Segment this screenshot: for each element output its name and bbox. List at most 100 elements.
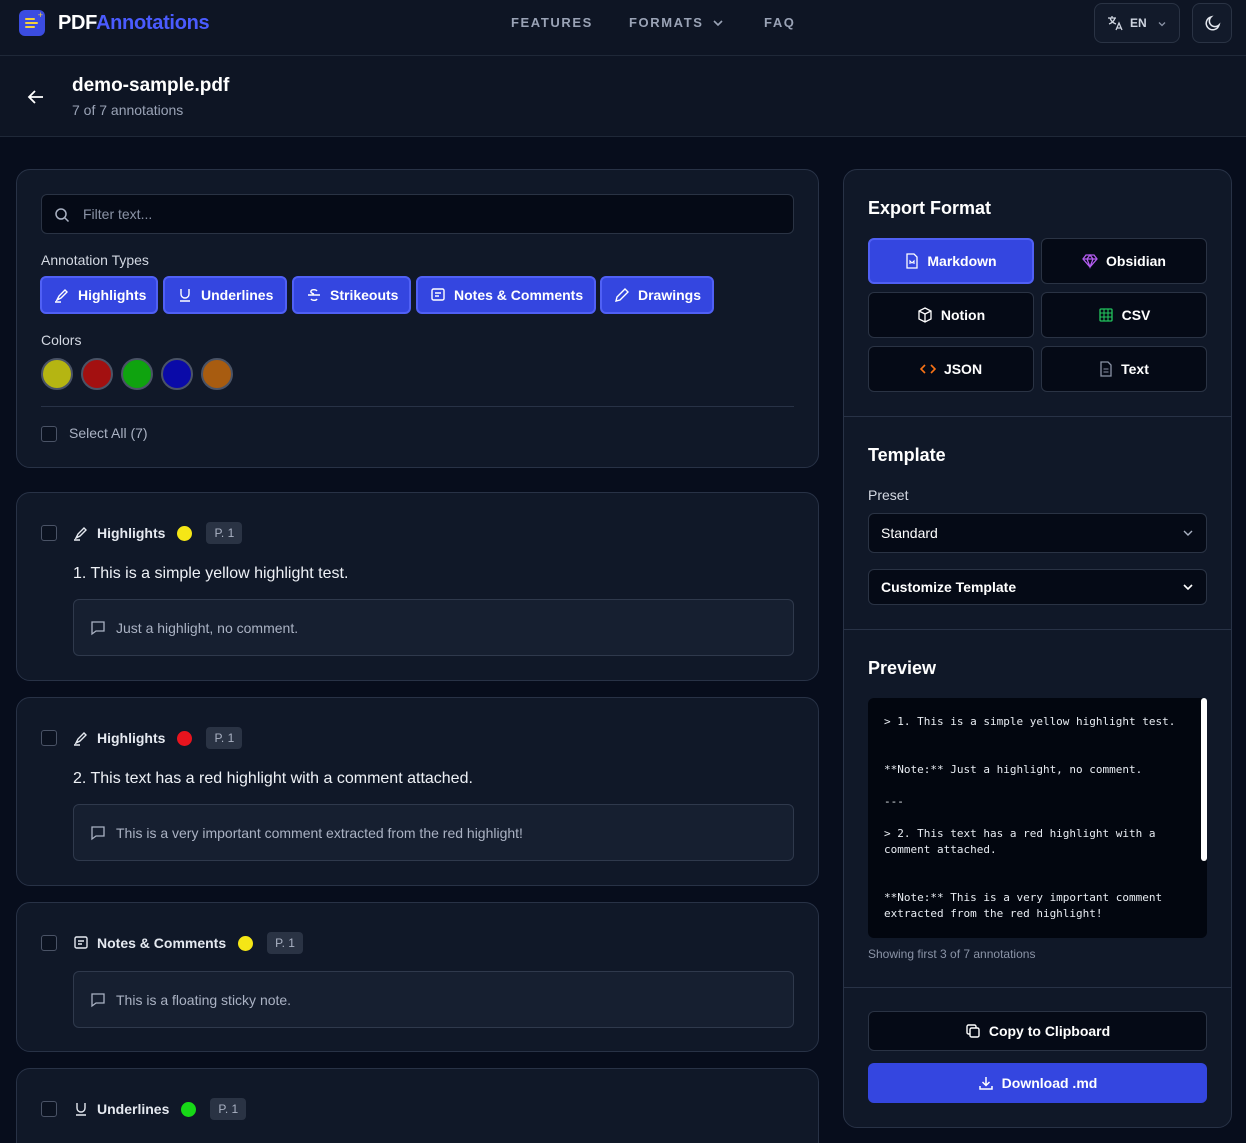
comment-icon: [91, 620, 105, 635]
moon-icon: [1205, 15, 1221, 31]
customize-label: Customize Template: [881, 579, 1017, 595]
select-all-label[interactable]: Select All (7): [69, 425, 148, 441]
format-text-button[interactable]: Text: [1041, 346, 1207, 392]
preset-label: Preset: [868, 487, 909, 503]
format-obsidian-button[interactable]: Obsidian: [1041, 238, 1207, 284]
format-json-button[interactable]: JSON: [868, 346, 1034, 392]
color-swatch-yellow[interactable]: [41, 358, 73, 390]
type-filter-drawings[interactable]: Drawings: [600, 276, 714, 314]
comment-text: This is a floating sticky note.: [116, 991, 292, 1008]
preview-scrollbar[interactable]: [1201, 698, 1207, 861]
annotation-color-dot: [177, 525, 193, 541]
annotation-text: 2. This text has a red highlight with a …: [73, 770, 473, 787]
page-badge: P. 1: [267, 932, 303, 954]
text-file-icon: [1100, 361, 1112, 377]
annotation-card: Notes & Comments P. 1 This is a floating…: [16, 902, 819, 1052]
type-label: Notes & Comments: [454, 287, 584, 303]
gem-icon: [1082, 253, 1098, 269]
divider: [844, 987, 1231, 988]
back-arrow-icon[interactable]: [26, 87, 46, 107]
underline-icon: [76, 1103, 86, 1116]
theme-toggle-button[interactable]: [1192, 3, 1232, 43]
divider: [844, 629, 1231, 630]
annotation-text: 1. This is a simple yellow highlight tes…: [73, 565, 349, 582]
type-filter-underlines[interactable]: Underlines: [163, 276, 287, 314]
annotation-comment: This is a very important comment extract…: [73, 804, 794, 861]
annotation-header: Notes & Comments P. 1: [73, 932, 303, 954]
annotation-header: Highlights P. 1: [73, 727, 243, 749]
nav-formats-label: FORMATS: [629, 15, 704, 30]
nav-features[interactable]: FEATURES: [511, 15, 593, 30]
nav-faq[interactable]: FAQ: [764, 15, 796, 30]
preset-value: Standard: [881, 525, 938, 541]
format-csv-button[interactable]: CSV: [1041, 292, 1207, 338]
color-swatch-orange[interactable]: [201, 358, 233, 390]
preview-title: Preview: [868, 658, 937, 678]
divider: [844, 416, 1231, 417]
cube-icon: [918, 307, 932, 323]
divider: [41, 406, 794, 407]
annotation-card: Highlights P. 1 2. This text has a red h…: [16, 697, 819, 886]
annotation-type: Underlines: [97, 1101, 170, 1117]
annotation-type: Highlights: [97, 730, 166, 746]
chevron-down-icon: [1158, 22, 1166, 27]
highlighter-icon: [74, 732, 87, 746]
type-filter-highlights[interactable]: Highlights: [40, 276, 158, 314]
annotation-checkbox[interactable]: [41, 730, 57, 746]
annotation-types-label: Annotation Types: [41, 252, 149, 268]
annotation-color-dot: [181, 1101, 197, 1117]
export-format-title: Export Format: [868, 198, 992, 218]
color-swatch-green[interactable]: [121, 358, 153, 390]
logo-icon[interactable]: +: [19, 10, 45, 36]
logo-text[interactable]: PDFAnnotations: [58, 12, 210, 35]
chevron-down-icon: [1183, 530, 1193, 536]
translate-icon: [1108, 16, 1123, 31]
format-label: Obsidian: [1106, 253, 1166, 269]
copy-to-clipboard-button[interactable]: Copy to Clipboard: [868, 1011, 1207, 1051]
highlighter-icon: [74, 527, 87, 541]
colors-label: Colors: [41, 332, 82, 348]
annotation-checkbox[interactable]: [41, 935, 57, 951]
page-badge: P. 1: [206, 522, 243, 544]
comment-text: Just a highlight, no comment.: [116, 619, 299, 636]
format-label: Notion: [940, 307, 986, 323]
format-markdown-button[interactable]: Markdown: [868, 238, 1034, 284]
type-label: Strikeouts: [330, 287, 399, 303]
color-swatch-red[interactable]: [81, 358, 113, 390]
markdown-file-icon: [906, 253, 919, 269]
export-panel: Export Format Markdown Obsidian Notion C…: [843, 169, 1232, 1128]
preset-select[interactable]: Standard: [868, 513, 1207, 553]
annotation-color-dot: [177, 730, 193, 746]
annotation-card: Highlights P. 1 1. This is a simple yell…: [16, 492, 819, 681]
filter-text-input[interactable]: [41, 194, 794, 234]
language-label: EN: [1130, 16, 1147, 30]
annotation-checkbox[interactable]: [41, 525, 57, 541]
search-icon: [55, 208, 70, 223]
color-swatch-blue[interactable]: [161, 358, 193, 390]
type-label: Highlights: [78, 287, 147, 303]
file-name: demo-sample.pdf: [72, 75, 230, 96]
customize-template-toggle[interactable]: Customize Template: [868, 569, 1207, 605]
chevron-down-icon: [712, 19, 723, 26]
format-label: JSON: [943, 361, 983, 377]
annotation-header: Highlights P. 1: [73, 522, 243, 544]
annotation-card: Underlines P. 1: [16, 1068, 819, 1143]
code-icon: [919, 364, 936, 374]
annotation-type: Highlights: [97, 525, 166, 541]
annotation-checkbox[interactable]: [41, 1101, 57, 1117]
format-notion-button[interactable]: Notion: [868, 292, 1034, 338]
type-filter-strikeouts[interactable]: Strikeouts: [292, 276, 411, 314]
comment-icon: [91, 992, 105, 1007]
type-filter-notes-comments[interactable]: Notes & Comments: [416, 276, 596, 314]
download-button[interactable]: Download .md: [868, 1063, 1207, 1103]
annotation-comment: This is a floating sticky note.: [73, 971, 794, 1028]
language-selector[interactable]: EN: [1094, 3, 1180, 43]
nav-formats[interactable]: FORMATS: [629, 15, 724, 30]
file-header: demo-sample.pdf 7 of 7 annotations: [0, 56, 1246, 137]
annotation-comment: Just a highlight, no comment.: [73, 599, 794, 656]
strikethrough-icon: [308, 288, 320, 302]
template-title: Template: [868, 445, 946, 465]
annotation-header: Underlines P. 1: [73, 1098, 247, 1120]
select-all-checkbox[interactable]: [41, 426, 57, 442]
preview-content[interactable]: > 1. This is a simple yellow highlight t…: [868, 698, 1207, 938]
